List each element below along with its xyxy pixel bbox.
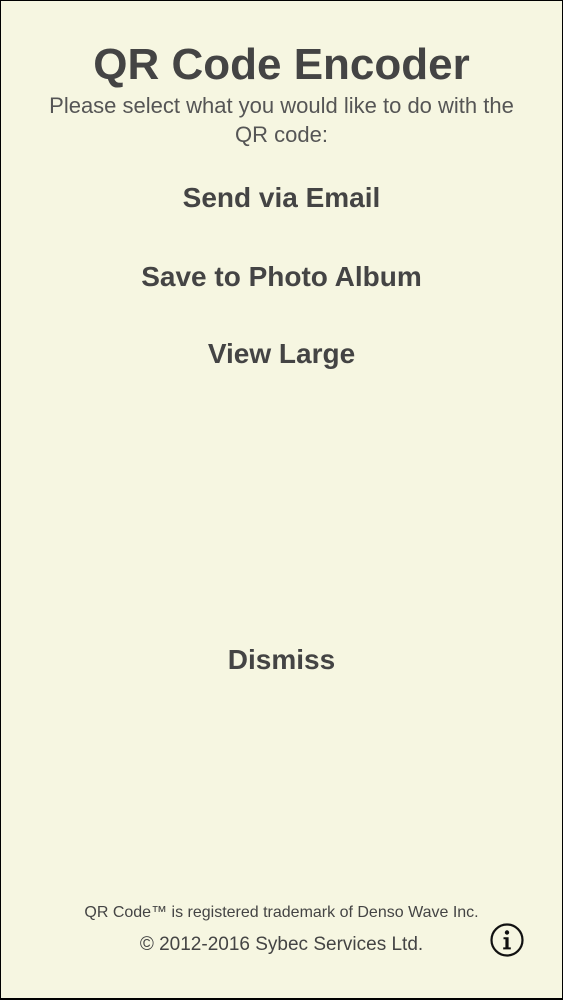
send-via-email-button[interactable]: Send via Email [1, 178, 562, 218]
info-button[interactable] [490, 923, 524, 957]
dismiss-button[interactable]: Dismiss [1, 640, 562, 680]
qr-options-screen: QR Code Encoder Please select what you w… [1, 1, 562, 998]
trademark-notice: QR Code™ is registered trademark of Dens… [84, 904, 479, 921]
page-title: QR Code Encoder [93, 40, 470, 89]
info-icon [490, 923, 524, 957]
save-to-photo-album-button[interactable]: Save to Photo Album [1, 257, 562, 297]
view-large-label: View Large [207, 338, 356, 369]
view-large-button[interactable]: View Large [1, 334, 562, 374]
dismiss-label: Dismiss [227, 644, 336, 675]
send-via-email-label: Send via Email [182, 182, 381, 213]
page-subtitle: Please select what you would like to do … [49, 93, 514, 147]
copyright-notice: © 2012-2016 Sybec Services Ltd. [139, 934, 424, 955]
save-to-photo-album-label: Save to Photo Album [141, 261, 422, 292]
